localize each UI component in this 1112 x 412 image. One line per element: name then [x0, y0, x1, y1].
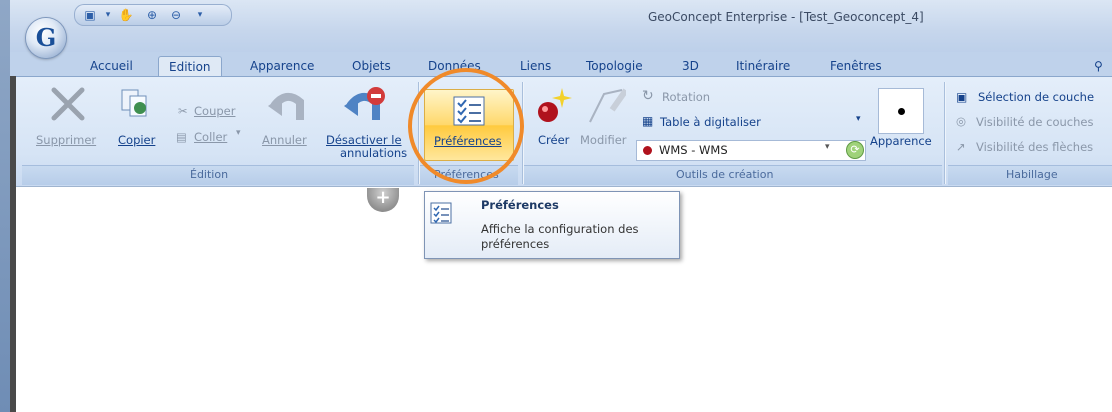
tooltip-checklist-icon [430, 202, 452, 224]
table-dropdown-icon[interactable]: ▾ [856, 114, 861, 124]
tooltip-line2: préférences [481, 237, 550, 251]
layer-combo-value: WMS - WMS [659, 143, 728, 157]
tab-itineraire[interactable]: Itinéraire [736, 56, 790, 78]
scissors-icon: ✂ [178, 104, 188, 118]
point-symbol-icon [898, 108, 905, 115]
pan-hand-icon[interactable]: ✋ [118, 7, 134, 23]
table-digitaliser-button[interactable]: Table à digitaliser [660, 115, 761, 129]
help-search-icon[interactable]: ⚲ [1094, 56, 1103, 78]
tooltip-title: Préférences [481, 198, 559, 212]
highlight-circle [408, 68, 524, 184]
layer-dot-icon [643, 146, 652, 155]
dropdown-arrow-icon[interactable]: ▾ [100, 7, 116, 23]
layer-visibility-icon: ◎ [956, 114, 967, 128]
tab-topologie[interactable]: Topologie [586, 56, 643, 78]
undo-icon[interactable] [266, 86, 306, 124]
copy-icon[interactable] [120, 88, 152, 118]
preferences-tooltip: Préférences Affiche la configuration des… [424, 191, 680, 259]
modify-icon[interactable] [586, 86, 626, 126]
group-label-outils: Outils de création [676, 168, 774, 181]
group-label-habillage: Habillage [1006, 168, 1058, 181]
coller-button[interactable]: Coller [194, 130, 227, 144]
delete-x-icon[interactable] [50, 86, 86, 122]
application-window: GeoConcept Enterprise - [Test_Geoconcept… [0, 0, 1112, 412]
creer-button[interactable]: Créer [538, 133, 569, 147]
tab-fenetres[interactable]: Fenêtres [830, 56, 882, 78]
layer-select-icon[interactable]: ▣ [82, 7, 98, 23]
visibilite-couches-button[interactable]: Visibilité de couches [976, 115, 1093, 129]
desactiver-button-line2[interactable]: annulations [340, 146, 407, 160]
window-title: GeoConcept Enterprise - [Test_Geoconcept… [648, 10, 924, 24]
arrow-visibility-icon: ↗ [956, 140, 966, 154]
window-left-frame [0, 0, 10, 412]
coller-dropdown-icon[interactable]: ▾ [236, 128, 241, 138]
qat-more-icon[interactable]: ▾ [192, 7, 208, 23]
group-label-edition: Édition [190, 168, 229, 181]
layer-combo[interactable]: WMS - WMS ▾ [636, 140, 866, 161]
application-menu-button[interactable]: G [26, 18, 66, 58]
visibilite-fleches-button[interactable]: Visibilité des flèches [976, 140, 1093, 154]
combo-dropdown-icon: ▾ [825, 142, 830, 152]
tab-liens[interactable]: Liens [520, 56, 551, 78]
rotation-icon: ↻ [642, 88, 654, 104]
disable-undo-icon[interactable] [344, 84, 386, 124]
annuler-button[interactable]: Annuler [262, 133, 307, 147]
paste-icon: ▤ [176, 130, 187, 144]
digitizer-table-icon: ▦ [642, 114, 654, 128]
create-icon[interactable] [534, 86, 574, 126]
app-orb-letter: G [35, 23, 57, 52]
supprimer-button[interactable]: Supprimer [36, 133, 96, 147]
tab-apparence[interactable]: Apparence [250, 56, 314, 78]
couper-button[interactable]: Couper [194, 104, 235, 118]
layer-selection-icon: ▣ [956, 90, 968, 104]
zoom-in-icon[interactable]: ⊕ [144, 7, 160, 23]
selection-couche-button[interactable]: Sélection de couche [978, 90, 1094, 104]
tab-objets[interactable]: Objets [352, 56, 391, 78]
quick-access-toolbar: ▣ ▾ ✋ ⊕ ⊖ ▾ [74, 4, 232, 26]
desactiver-button-line1[interactable]: Désactiver le [326, 133, 402, 147]
zoom-out-icon[interactable]: ⊖ [168, 7, 184, 23]
tab-accueil[interactable]: Accueil [90, 56, 133, 78]
refresh-icon[interactable]: ⟳ [846, 141, 864, 159]
group-separator [944, 82, 945, 184]
apparence-preview[interactable] [878, 88, 924, 134]
modifier-button[interactable]: Modifier [580, 133, 627, 147]
apparence-button[interactable]: Apparence [870, 134, 932, 148]
copier-button[interactable]: Copier [118, 133, 155, 147]
tab-3d[interactable]: 3D [682, 56, 699, 78]
rotation-button[interactable]: Rotation [662, 90, 710, 104]
tooltip-line1: Affiche la configuration des [481, 222, 639, 236]
